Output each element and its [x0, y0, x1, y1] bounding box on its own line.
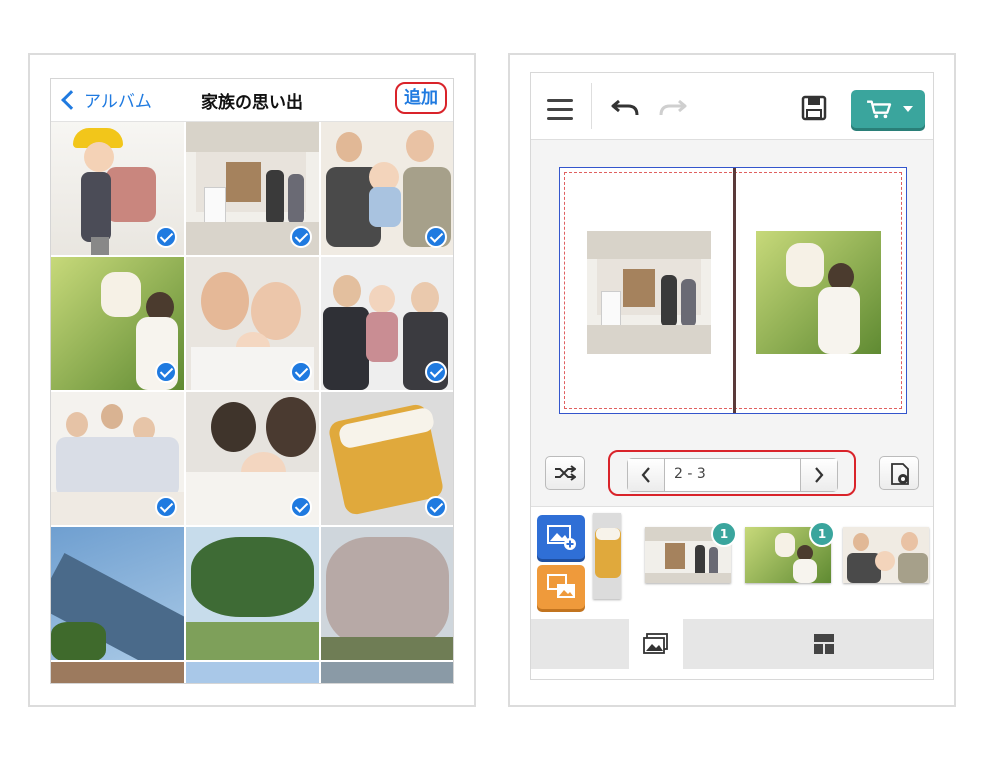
chevron-right-icon [815, 467, 824, 483]
shuffle-icon [555, 465, 576, 481]
photo-cell[interactable] [51, 122, 184, 255]
tray-thumbnail[interactable] [593, 513, 621, 599]
checkmark-icon [290, 496, 312, 518]
photo-cell[interactable] [321, 662, 453, 683]
page-photo-right[interactable] [756, 231, 881, 354]
photo-cell[interactable] [186, 122, 319, 255]
photo-cell[interactable] [51, 662, 184, 683]
album-nav-bar: アルバム 家族の思い出 追加 [51, 79, 453, 122]
book-spine [733, 168, 736, 413]
photo-cell[interactable] [186, 392, 319, 525]
album-screen: アルバム 家族の思い出 追加 [50, 78, 454, 684]
checkmark-icon [425, 496, 447, 518]
photo-cell[interactable] [51, 527, 184, 660]
photo-cell[interactable] [186, 662, 319, 683]
add-photo-icon [547, 525, 576, 550]
page-spread[interactable] [559, 167, 907, 414]
album-title: 家族の思い出 [201, 93, 303, 113]
editor-tabs [531, 619, 933, 669]
shuffle-button[interactable] [545, 456, 585, 490]
photo-cell[interactable] [186, 257, 319, 390]
checkmark-icon [290, 226, 312, 248]
page-range-label: 2 - 3 [674, 466, 706, 482]
usage-count-badge: 1 [809, 521, 835, 547]
prev-page-button[interactable] [628, 459, 665, 491]
undo-icon[interactable] [611, 95, 641, 119]
editor-toolbar [531, 73, 933, 140]
layout-tab-icon [814, 634, 834, 654]
checkmark-icon [425, 226, 447, 248]
page-settings-button[interactable] [879, 456, 919, 490]
checkmark-icon [155, 226, 177, 248]
add-photo-button[interactable] [537, 515, 585, 559]
photo-cell[interactable] [321, 122, 453, 255]
photo-tray: 1 1 [531, 507, 933, 619]
usage-count-badge: 1 [711, 521, 737, 547]
checkmark-icon [155, 361, 177, 383]
add-button[interactable]: 追加 [395, 82, 447, 114]
chevron-left-icon [641, 467, 650, 483]
page-pager: 2 - 3 [627, 458, 838, 492]
checkmark-icon [155, 496, 177, 518]
page-photo-left[interactable] [587, 231, 711, 354]
redo-icon[interactable] [657, 95, 687, 119]
cart-button[interactable] [851, 90, 925, 128]
cart-icon [867, 100, 892, 119]
next-page-button[interactable] [800, 459, 837, 491]
photo-cell[interactable] [51, 392, 184, 525]
toolbar-divider [591, 83, 592, 129]
swap-photo-button[interactable] [537, 565, 585, 609]
page-navigation-row: 2 - 3 [531, 438, 933, 507]
photos-tab-icon [643, 633, 668, 654]
photobook-editor: 2 - 3 1 1 [530, 72, 934, 680]
photo-cell[interactable] [186, 527, 319, 660]
photo-cell[interactable] [321, 527, 453, 660]
save-icon[interactable] [801, 95, 827, 121]
swap-photo-icon [547, 574, 575, 598]
tab-layout[interactable] [797, 619, 851, 669]
photo-cell[interactable] [51, 257, 184, 390]
checkmark-icon [425, 361, 447, 383]
hamburger-icon[interactable] [547, 99, 573, 126]
checkmark-icon [290, 361, 312, 383]
tab-photos[interactable] [629, 619, 683, 669]
caret-down-icon [903, 106, 913, 112]
page-settings-icon [891, 463, 909, 485]
photo-cell[interactable] [321, 392, 453, 525]
tray-thumbnail[interactable] [843, 527, 929, 583]
photo-cell[interactable] [321, 257, 453, 390]
